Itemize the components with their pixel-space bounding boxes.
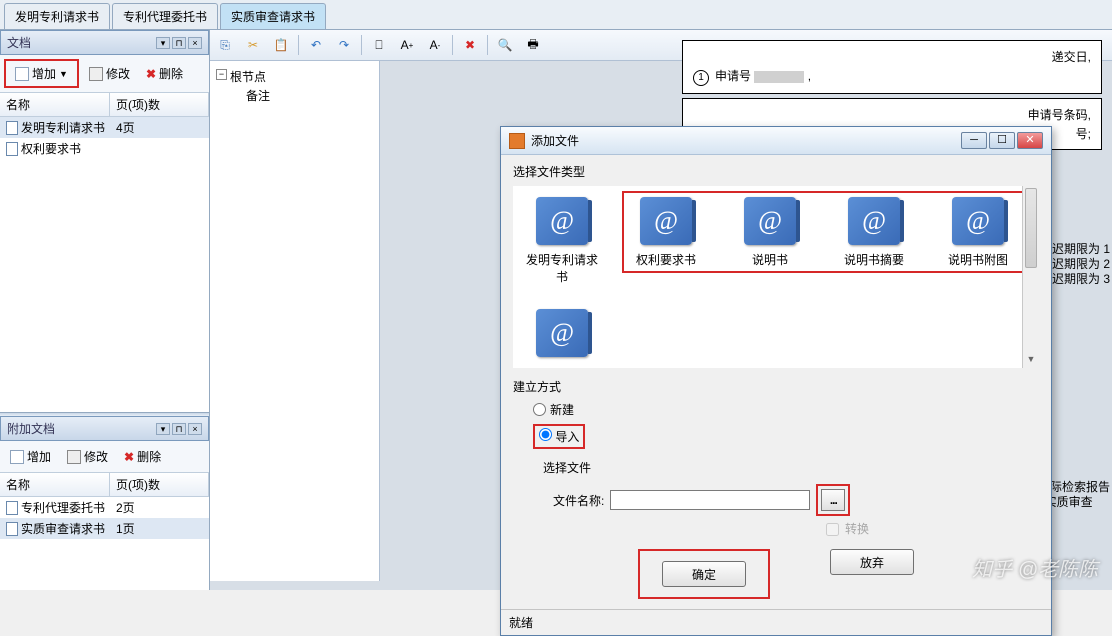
radio-import[interactable] bbox=[539, 428, 552, 441]
list-item[interactable]: 实质审查请求书 1页 bbox=[0, 518, 209, 539]
print-icon[interactable]: 🖶 bbox=[522, 34, 544, 56]
grid-scrollbar[interactable]: ▲ ▼ bbox=[1022, 186, 1039, 368]
edit-icon bbox=[89, 67, 103, 81]
circle-1-icon: 1 bbox=[693, 70, 709, 86]
chk-convert bbox=[826, 523, 839, 536]
lbl-filename: 文件名称: bbox=[553, 492, 604, 509]
panel-close-icon[interactable]: × bbox=[188, 423, 202, 435]
type-extra[interactable]: @ bbox=[522, 309, 602, 363]
add-file-dialog: 添加文件 ─ ☐ ✕ 选择文件类型 @发明专利请求书 @权利要求书 @说明书 @… bbox=[500, 126, 1052, 636]
sidebar: 文档 ▾ ⊓ × 增加 ▼ 修改 bbox=[0, 30, 210, 590]
panel-docs-header: 文档 ▾ ⊓ × bbox=[0, 30, 209, 55]
lbl-build-method: 建立方式 bbox=[513, 378, 1039, 395]
dialog-title: 添加文件 bbox=[531, 132, 579, 149]
panel-min-icon[interactable]: ⊓ bbox=[172, 37, 186, 49]
panel-extra-title: 附加文档 bbox=[7, 420, 55, 437]
doc-icon bbox=[6, 142, 18, 156]
outline-tree: − 根节点 备注 bbox=[210, 61, 380, 581]
doc-add-icon bbox=[10, 450, 24, 464]
type-description[interactable]: @说明书 bbox=[730, 197, 810, 285]
search-icon[interactable]: 🔍 bbox=[494, 34, 516, 56]
chevron-down-icon: ▼ bbox=[59, 69, 68, 79]
filename-input[interactable] bbox=[610, 490, 810, 510]
redo-icon[interactable]: ↷ bbox=[333, 34, 355, 56]
doc-tabs: 发明专利请求书 专利代理委托书 实质审查请求书 bbox=[0, 0, 1112, 30]
font-dec-icon[interactable]: A- bbox=[424, 34, 446, 56]
extra-list-header: 名称 页(项)数 bbox=[0, 473, 209, 497]
cut-icon[interactable]: ✂ bbox=[242, 34, 264, 56]
paste-icon[interactable]: 📋 bbox=[270, 34, 292, 56]
dlg-min-icon[interactable]: ─ bbox=[961, 132, 987, 149]
font-inc-icon[interactable]: A+ bbox=[396, 34, 418, 56]
scroll-thumb[interactable] bbox=[1025, 188, 1037, 268]
edit-button[interactable]: 修改 bbox=[83, 62, 136, 85]
extra-edit-button[interactable]: 修改 bbox=[61, 445, 114, 468]
dlg-status: 就绪 bbox=[501, 609, 1051, 635]
tree-child[interactable]: 备注 bbox=[216, 86, 373, 105]
edit-icon bbox=[67, 450, 81, 464]
delete-char-icon[interactable]: ✖ bbox=[459, 34, 481, 56]
delete-icon: ✖ bbox=[146, 67, 156, 81]
ruler-icon[interactable]: ⎕ bbox=[368, 34, 390, 56]
dialog-icon bbox=[509, 133, 525, 149]
tree-root[interactable]: − 根节点 bbox=[216, 67, 373, 86]
tab-substantive-exam[interactable]: 实质审查请求书 bbox=[220, 3, 326, 29]
panel-min-icon[interactable]: ⊓ bbox=[172, 423, 186, 435]
undo-icon[interactable]: ↶ bbox=[305, 34, 327, 56]
cancel-button[interactable]: 放弃 bbox=[830, 549, 914, 575]
panel-pin-icon[interactable]: ▾ bbox=[156, 423, 170, 435]
type-drawings[interactable]: @说明书附图 bbox=[938, 197, 1018, 285]
panel-pin-icon[interactable]: ▾ bbox=[156, 37, 170, 49]
dlg-close-icon[interactable]: ✕ bbox=[1017, 132, 1043, 149]
tree-collapse-icon[interactable]: − bbox=[216, 69, 227, 80]
extra-list: 专利代理委托书 2页 实质审查请求书 1页 bbox=[0, 497, 209, 590]
extra-add-button[interactable]: 增加 bbox=[4, 445, 57, 468]
lbl-select-type: 选择文件类型 bbox=[513, 163, 1039, 180]
file-type-grid: @发明专利请求书 @权利要求书 @说明书 @说明书摘要 @说明书附图 @ bbox=[513, 186, 1039, 368]
panel-extra-header: 附加文档 ▾ ⊓ × bbox=[0, 416, 209, 441]
extra-delete-button[interactable]: ✖ 删除 bbox=[118, 445, 167, 468]
radio-new[interactable] bbox=[533, 403, 546, 416]
list-item[interactable]: 发明专利请求书 4页 bbox=[0, 117, 209, 138]
panel-docs-title: 文档 bbox=[7, 34, 31, 51]
docs-list: 发明专利请求书 4页 权利要求书 bbox=[0, 117, 209, 412]
copy-icon[interactable]: ⎘ bbox=[214, 34, 236, 56]
dlg-max-icon[interactable]: ☐ bbox=[989, 132, 1015, 149]
delete-icon: ✖ bbox=[124, 450, 134, 464]
delete-button[interactable]: ✖ 删除 bbox=[140, 62, 189, 85]
type-abstract[interactable]: @说明书摘要 bbox=[834, 197, 914, 285]
tab-invention-request[interactable]: 发明专利请求书 bbox=[4, 3, 110, 29]
scroll-down-icon[interactable]: ▼ bbox=[1023, 351, 1039, 368]
list-item[interactable]: 专利代理委托书 2页 bbox=[0, 497, 209, 518]
panel-close-icon[interactable]: × bbox=[188, 37, 202, 49]
doc-icon bbox=[6, 522, 18, 536]
doc-add-icon bbox=[15, 67, 29, 81]
docs-list-header: 名称 页(项)数 bbox=[0, 93, 209, 117]
list-item[interactable]: 权利要求书 bbox=[0, 138, 209, 159]
type-claims[interactable]: @权利要求书 bbox=[626, 197, 706, 285]
ok-button[interactable]: 确定 bbox=[662, 561, 746, 587]
lbl-select-file: 选择文件 bbox=[543, 459, 1039, 476]
browse-button[interactable]: ... bbox=[821, 489, 845, 511]
type-invention-request[interactable]: @发明专利请求书 bbox=[522, 197, 602, 285]
add-button[interactable]: 增加 ▼ bbox=[9, 62, 74, 85]
doc-icon bbox=[6, 501, 18, 515]
tab-agency-entrust[interactable]: 专利代理委托书 bbox=[112, 3, 218, 29]
doc-icon bbox=[6, 121, 18, 135]
